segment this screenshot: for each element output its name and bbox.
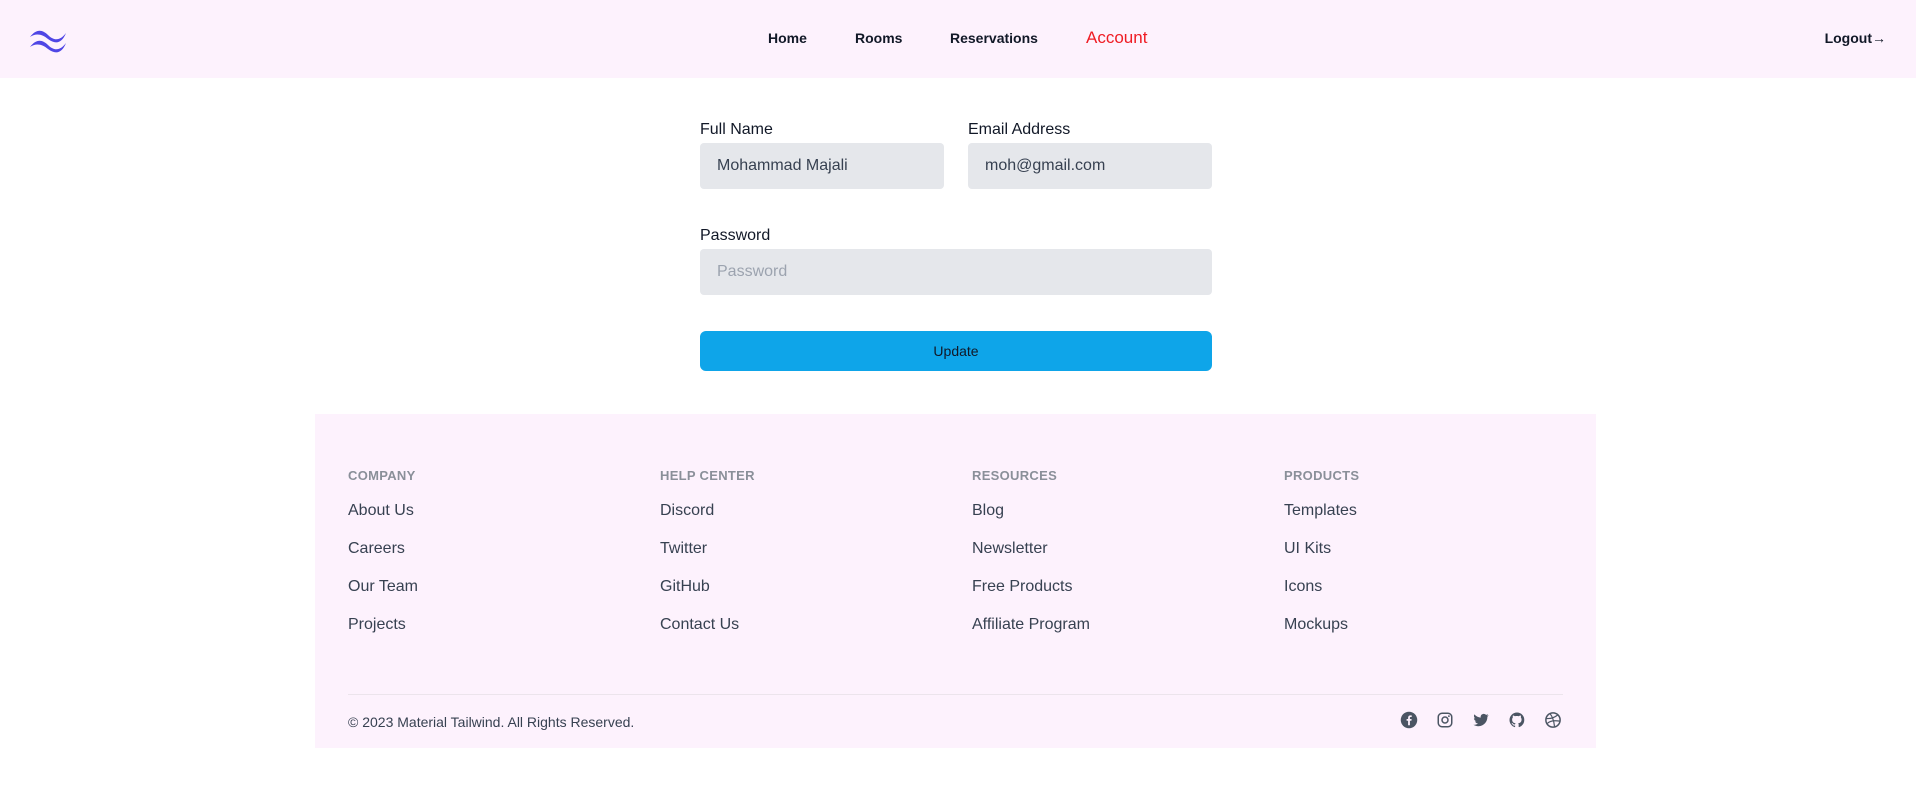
social-links: [1399, 710, 1563, 730]
email-input[interactable]: [968, 143, 1212, 189]
footer-link-careers[interactable]: Careers: [348, 540, 405, 557]
footer-link-discord[interactable]: Discord: [660, 502, 714, 519]
dribbble-icon[interactable]: [1543, 710, 1563, 730]
password-input[interactable]: [700, 249, 1212, 295]
footer-column-title: HELP CENTER: [660, 468, 755, 483]
top-navbar: Home Rooms Reservations Account Logout→: [0, 0, 1916, 78]
nav-home[interactable]: Home: [768, 30, 807, 46]
footer-column-help-center: HELP CENTER Discord Twitter GitHub Conta…: [660, 466, 940, 652]
footer: COMPANY About Us Careers Our Team Projec…: [315, 414, 1596, 748]
footer-link-blog[interactable]: Blog: [972, 502, 1004, 519]
main-nav: Home Rooms Reservations Account: [0, 0, 1916, 78]
facebook-icon[interactable]: [1399, 710, 1419, 730]
email-label: Email Address: [968, 121, 1071, 138]
footer-divider: [348, 694, 1563, 695]
footer-column-title: RESOURCES: [972, 468, 1058, 483]
footer-link-ui-kits[interactable]: UI Kits: [1284, 540, 1331, 557]
full-name-input[interactable]: [700, 143, 944, 189]
footer-column-products: PRODUCTS Templates UI Kits Icons Mockups: [1284, 466, 1564, 652]
footer-link-about-us[interactable]: About Us: [348, 502, 414, 519]
instagram-icon[interactable]: [1435, 710, 1455, 730]
password-label: Password: [700, 227, 771, 244]
footer-column-resources: RESOURCES Blog Newsletter Free Products …: [972, 466, 1252, 652]
copyright-text: © 2023 Material Tailwind. All Rights Res…: [348, 714, 635, 730]
footer-column-title: PRODUCTS: [1284, 468, 1360, 483]
footer-link-contact-us[interactable]: Contact Us: [660, 616, 739, 633]
logout-link[interactable]: Logout→: [1825, 30, 1886, 46]
footer-link-affiliate-program[interactable]: Affiliate Program: [972, 616, 1090, 633]
footer-link-icons[interactable]: Icons: [1284, 578, 1322, 595]
nav-reservations[interactable]: Reservations: [950, 30, 1038, 46]
footer-link-templates[interactable]: Templates: [1284, 502, 1357, 519]
footer-column-title: COMPANY: [348, 468, 416, 483]
footer-link-github[interactable]: GitHub: [660, 578, 710, 595]
footer-column-company: COMPANY About Us Careers Our Team Projec…: [348, 466, 628, 652]
twitter-icon[interactable]: [1471, 710, 1491, 730]
nav-rooms[interactable]: Rooms: [855, 30, 902, 46]
footer-link-our-team[interactable]: Our Team: [348, 578, 418, 595]
footer-link-twitter[interactable]: Twitter: [660, 540, 707, 557]
nav-account[interactable]: Account: [1086, 28, 1147, 48]
update-button[interactable]: Update: [700, 331, 1212, 371]
full-name-label: Full Name: [700, 121, 773, 138]
footer-link-newsletter[interactable]: Newsletter: [972, 540, 1048, 557]
github-icon[interactable]: [1507, 710, 1527, 730]
footer-link-mockups[interactable]: Mockups: [1284, 616, 1348, 633]
footer-link-free-products[interactable]: Free Products: [972, 578, 1072, 595]
footer-link-projects[interactable]: Projects: [348, 616, 406, 633]
